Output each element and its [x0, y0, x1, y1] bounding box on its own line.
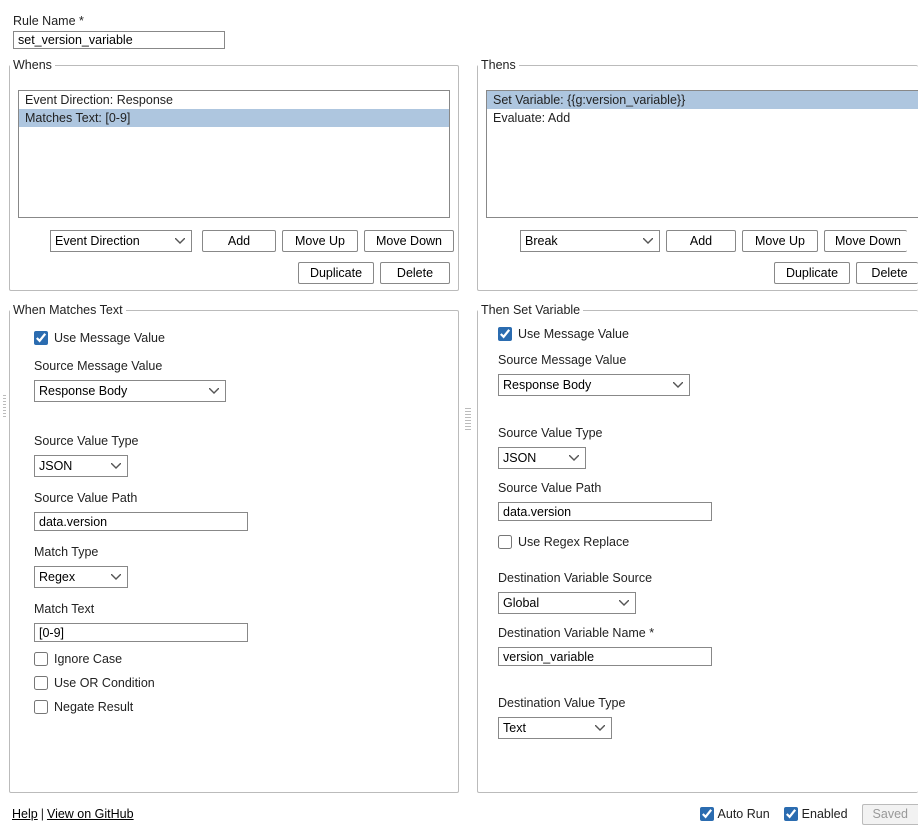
thens-duplicate-button[interactable]: Duplicate — [774, 262, 850, 284]
github-link[interactable]: View on GitHub — [47, 807, 134, 821]
when-use-message-value-checkbox[interactable] — [34, 331, 48, 345]
when-use-message-value-label: Use Message Value — [54, 331, 165, 345]
when-src-msg-select[interactable]: Response Body — [34, 380, 226, 402]
then-dest-name-label: Destination Variable Name * — [498, 626, 906, 640]
columns-splitter-handle[interactable] — [459, 58, 477, 798]
whens-move-down-button[interactable]: Move Down — [364, 230, 454, 252]
enabled-label: Enabled — [802, 807, 848, 821]
saved-button: Saved — [862, 804, 918, 825]
thens-type-select[interactable]: Break — [520, 230, 660, 252]
then-regex-replace-checkbox[interactable] — [498, 535, 512, 549]
then-use-message-value-checkbox[interactable] — [498, 327, 512, 341]
splitter-handle[interactable] — [0, 0, 9, 833]
then-use-message-value-label: Use Message Value — [518, 327, 629, 341]
thens-delete-button[interactable]: Delete — [856, 262, 918, 284]
auto-run-label: Auto Run — [718, 807, 770, 821]
whens-add-button[interactable]: Add — [202, 230, 276, 252]
then-detail-legend: Then Set Variable — [478, 303, 583, 317]
when-src-msg-label: Source Message Value — [34, 359, 446, 373]
whens-group: Whens Event Direction: Response Matches … — [9, 58, 459, 291]
thens-add-button[interactable]: Add — [666, 230, 736, 252]
footer-separator: | — [41, 807, 44, 821]
when-negate-checkbox[interactable] — [34, 700, 48, 714]
when-src-type-select[interactable]: JSON — [34, 455, 128, 477]
help-link[interactable]: Help — [12, 807, 38, 821]
when-match-type-select[interactable]: Regex — [34, 566, 128, 588]
then-src-type-select[interactable]: JSON — [498, 447, 586, 469]
when-src-path-input[interactable] — [34, 512, 248, 531]
then-src-msg-select[interactable]: Response Body — [498, 374, 690, 396]
then-src-msg-label: Source Message Value — [498, 353, 906, 367]
whens-delete-button[interactable]: Delete — [380, 262, 450, 284]
then-dest-name-input[interactable] — [498, 647, 712, 666]
whens-item[interactable]: Event Direction: Response — [19, 91, 449, 109]
then-dest-src-select[interactable]: Global — [498, 592, 636, 614]
thens-move-up-button[interactable]: Move Up — [742, 230, 818, 252]
when-ignore-case-label: Ignore Case — [54, 652, 122, 666]
then-regex-replace-label: Use Regex Replace — [518, 535, 629, 549]
rule-name-label: Rule Name * — [13, 14, 84, 28]
thens-legend: Thens — [478, 58, 519, 72]
when-match-type-label: Match Type — [34, 545, 446, 559]
then-src-path-input[interactable] — [498, 502, 712, 521]
when-negate-label: Negate Result — [54, 700, 133, 714]
when-match-text-label: Match Text — [34, 602, 446, 616]
when-use-or-checkbox[interactable] — [34, 676, 48, 690]
then-src-path-label: Source Value Path — [498, 481, 906, 495]
whens-type-select[interactable]: Event Direction — [50, 230, 192, 252]
then-dest-type-select[interactable]: Text — [498, 717, 612, 739]
auto-run-checkbox[interactable] — [700, 807, 714, 821]
then-dest-type-label: Destination Value Type — [498, 696, 906, 710]
then-src-type-label: Source Value Type — [498, 426, 906, 440]
footer-bar: Help | View on GitHub Auto Run Enabled S… — [12, 803, 918, 825]
thens-listbox[interactable]: Set Variable: {{g:version_variable}} Eva… — [486, 90, 918, 218]
when-use-or-label: Use OR Condition — [54, 676, 155, 690]
thens-item[interactable]: Evaluate: Add — [487, 109, 918, 127]
whens-duplicate-button[interactable]: Duplicate — [298, 262, 374, 284]
when-src-type-label: Source Value Type — [34, 434, 446, 448]
when-src-path-label: Source Value Path — [34, 491, 446, 505]
thens-move-down-button[interactable]: Move Down — [824, 230, 907, 252]
when-ignore-case-checkbox[interactable] — [34, 652, 48, 666]
when-match-text-input[interactable] — [34, 623, 248, 642]
whens-listbox[interactable]: Event Direction: Response Matches Text: … — [18, 90, 450, 218]
enabled-checkbox[interactable] — [784, 807, 798, 821]
thens-group: Thens Set Variable: {{g:version_variable… — [477, 58, 918, 291]
when-detail-group: When Matches Text Use Message Value Sour… — [9, 303, 459, 793]
then-dest-src-label: Destination Variable Source — [498, 571, 906, 585]
whens-item[interactable]: Matches Text: [0-9] — [19, 109, 449, 127]
whens-move-up-button[interactable]: Move Up — [282, 230, 358, 252]
then-detail-group: Then Set Variable Use Message Value Sour… — [477, 303, 918, 793]
rule-name-input[interactable] — [13, 31, 225, 49]
whens-legend: Whens — [10, 58, 55, 72]
when-detail-legend: When Matches Text — [10, 303, 126, 317]
thens-item[interactable]: Set Variable: {{g:version_variable}} — [487, 91, 918, 109]
